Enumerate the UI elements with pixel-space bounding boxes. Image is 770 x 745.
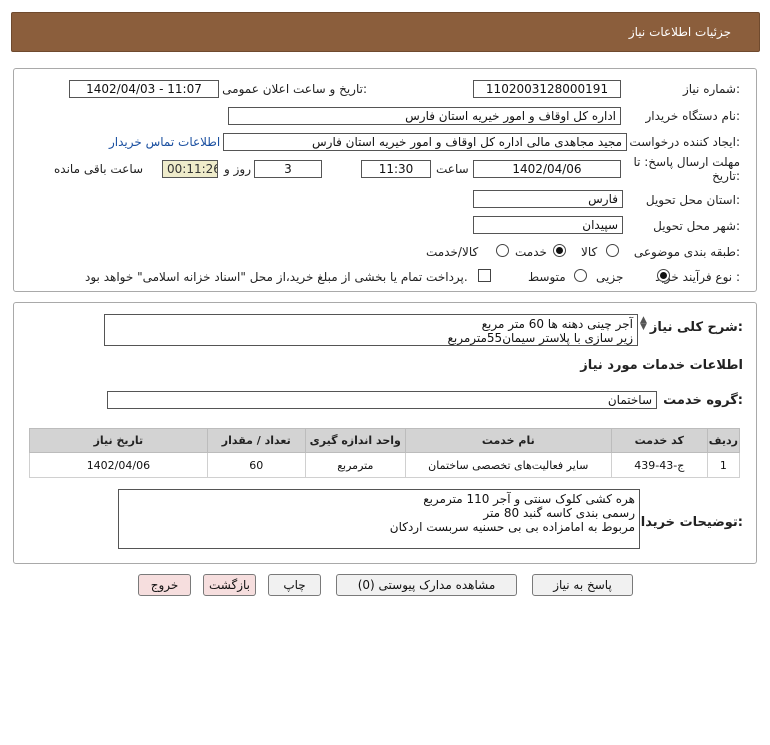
col-row-number: ردیف [706, 428, 741, 453]
cell-row-number: 1 [706, 452, 741, 478]
process-radio-minor[interactable] [657, 269, 670, 282]
col-need-date: تاریخ نیاز [29, 428, 208, 453]
deadline-time-field: 11:30 [361, 160, 431, 178]
service-group-label: گروه خدمت: [663, 393, 743, 408]
category-label: طبقه بندی موضوعی: [633, 245, 740, 259]
process-option-minor: جزیی [596, 270, 624, 284]
province-label: استان محل تحویل: [645, 193, 740, 207]
resize-arrows-icon: ▲ ▼ [640, 315, 647, 332]
category-option-goods-service: کالا/خدمت [426, 245, 479, 259]
process-radio-medium[interactable] [574, 269, 587, 282]
buyer-notes-label: توضیحات خریدار: [633, 515, 743, 530]
category-option-goods: کالا [581, 245, 598, 259]
summary-textarea: آجر چینی دهنه ها 60 متر مربع زیر سازی با… [104, 314, 638, 346]
cell-quantity: 60 [206, 452, 306, 478]
col-service-name: نام خدمت [404, 428, 612, 453]
category-radio-goods[interactable] [606, 244, 619, 257]
city-field: سپیدان [473, 216, 623, 234]
category-option-service: خدمت [515, 245, 547, 259]
col-service-code: کد خدمت [610, 428, 708, 453]
process-option-medium: متوسط [528, 270, 566, 284]
remaining-label: ساعت باقی مانده [54, 162, 144, 176]
cell-service-code: ج-43-439 [610, 452, 708, 478]
contact-info-link[interactable]: اطلاعات تماس خریدار [109, 135, 220, 149]
requester-field: مجید مجاهدی مالی اداره کل اوقاف و امور خ… [223, 133, 627, 151]
cell-service-name: سایر فعالیت‌های تخصصی ساختمان [404, 452, 612, 478]
page-header: جزئیات اطلاعات نیاز [11, 12, 760, 52]
cell-unit: مترمربع [304, 452, 406, 478]
buyer-note-line: رسمی بندی کاسه گنبد 80 متر [483, 506, 635, 520]
summary-label: شرح کلی نیاز: [649, 320, 743, 335]
print-button[interactable]: چاپ [268, 574, 321, 596]
deadline-label: مهلت ارسال پاسخ: تا تاریخ: [633, 155, 740, 183]
col-unit: واحد اندازه گیری [304, 428, 406, 453]
days-label: روز و [224, 162, 251, 176]
requester-label: ایجاد کننده درخواست: [629, 135, 740, 149]
need-number-label: شماره نیاز: [682, 82, 740, 96]
province-field: فارس [473, 190, 623, 208]
treasury-payment-checkbox[interactable] [478, 269, 491, 282]
category-radio-service[interactable] [553, 244, 566, 257]
summary-line: آجر چینی دهنه ها 60 متر مربع [481, 317, 633, 331]
buyer-note-line: مربوط به امامزاده بی بی حسنیه سربست اردک… [389, 520, 635, 534]
buyer-note-line: هره کشی کلوک سنتی و آجر 110 مترمربع [423, 492, 635, 506]
buyer-org-field: اداره کل اوقاف و امور خیریه استان فارس [228, 107, 621, 125]
deadline-time-label: ساعت [436, 162, 469, 176]
attachments-button[interactable]: مشاهده مدارک پیوستی (0) [336, 574, 517, 596]
buyer-org-label: نام دستگاه خریدار: [645, 109, 741, 123]
category-radio-goods-service[interactable] [496, 244, 509, 257]
treasury-payment-note: پرداخت تمام یا بخشی از مبلغ خرید،از محل … [85, 270, 468, 284]
cell-need-date: 1402/04/06 [29, 452, 208, 478]
col-quantity: تعداد / مقدار [206, 428, 306, 453]
remaining-time-field: 00:11:26 [162, 160, 218, 178]
buyer-notes-textarea: هره کشی کلوک سنتی و آجر 110 مترمربع رسمی… [118, 489, 640, 549]
deadline-date-field: 1402/04/06 [473, 160, 621, 178]
table-row: 1 ج-43-439 سایر فعالیت‌های تخصصی ساختمان… [29, 452, 741, 478]
exit-button[interactable]: خروج [138, 574, 191, 596]
summary-line: زیر سازی با پلاستر سیمان55مترمربع [447, 331, 633, 345]
city-label: شهر محل تحویل: [653, 219, 740, 233]
reply-button[interactable]: پاسخ به نیاز [532, 574, 633, 596]
back-button[interactable]: بازگشت [203, 574, 256, 596]
page-title: جزئیات اطلاعات نیاز [628, 25, 731, 39]
services-table: ردیف کد خدمت نام خدمت واحد اندازه گیری ت… [29, 428, 741, 478]
days-field: 3 [254, 160, 322, 178]
need-number-field: 1102003128000191 [473, 80, 621, 98]
table-header-row: ردیف کد خدمت نام خدمت واحد اندازه گیری ت… [29, 428, 741, 453]
announce-label: تاریخ و ساعت اعلان عمومی: [222, 82, 367, 96]
service-group-field: ساختمان [107, 391, 657, 409]
services-section-title: اطلاعات خدمات مورد نیاز [580, 358, 743, 373]
announce-field: 1402/04/03 - 11:07 [69, 80, 219, 98]
